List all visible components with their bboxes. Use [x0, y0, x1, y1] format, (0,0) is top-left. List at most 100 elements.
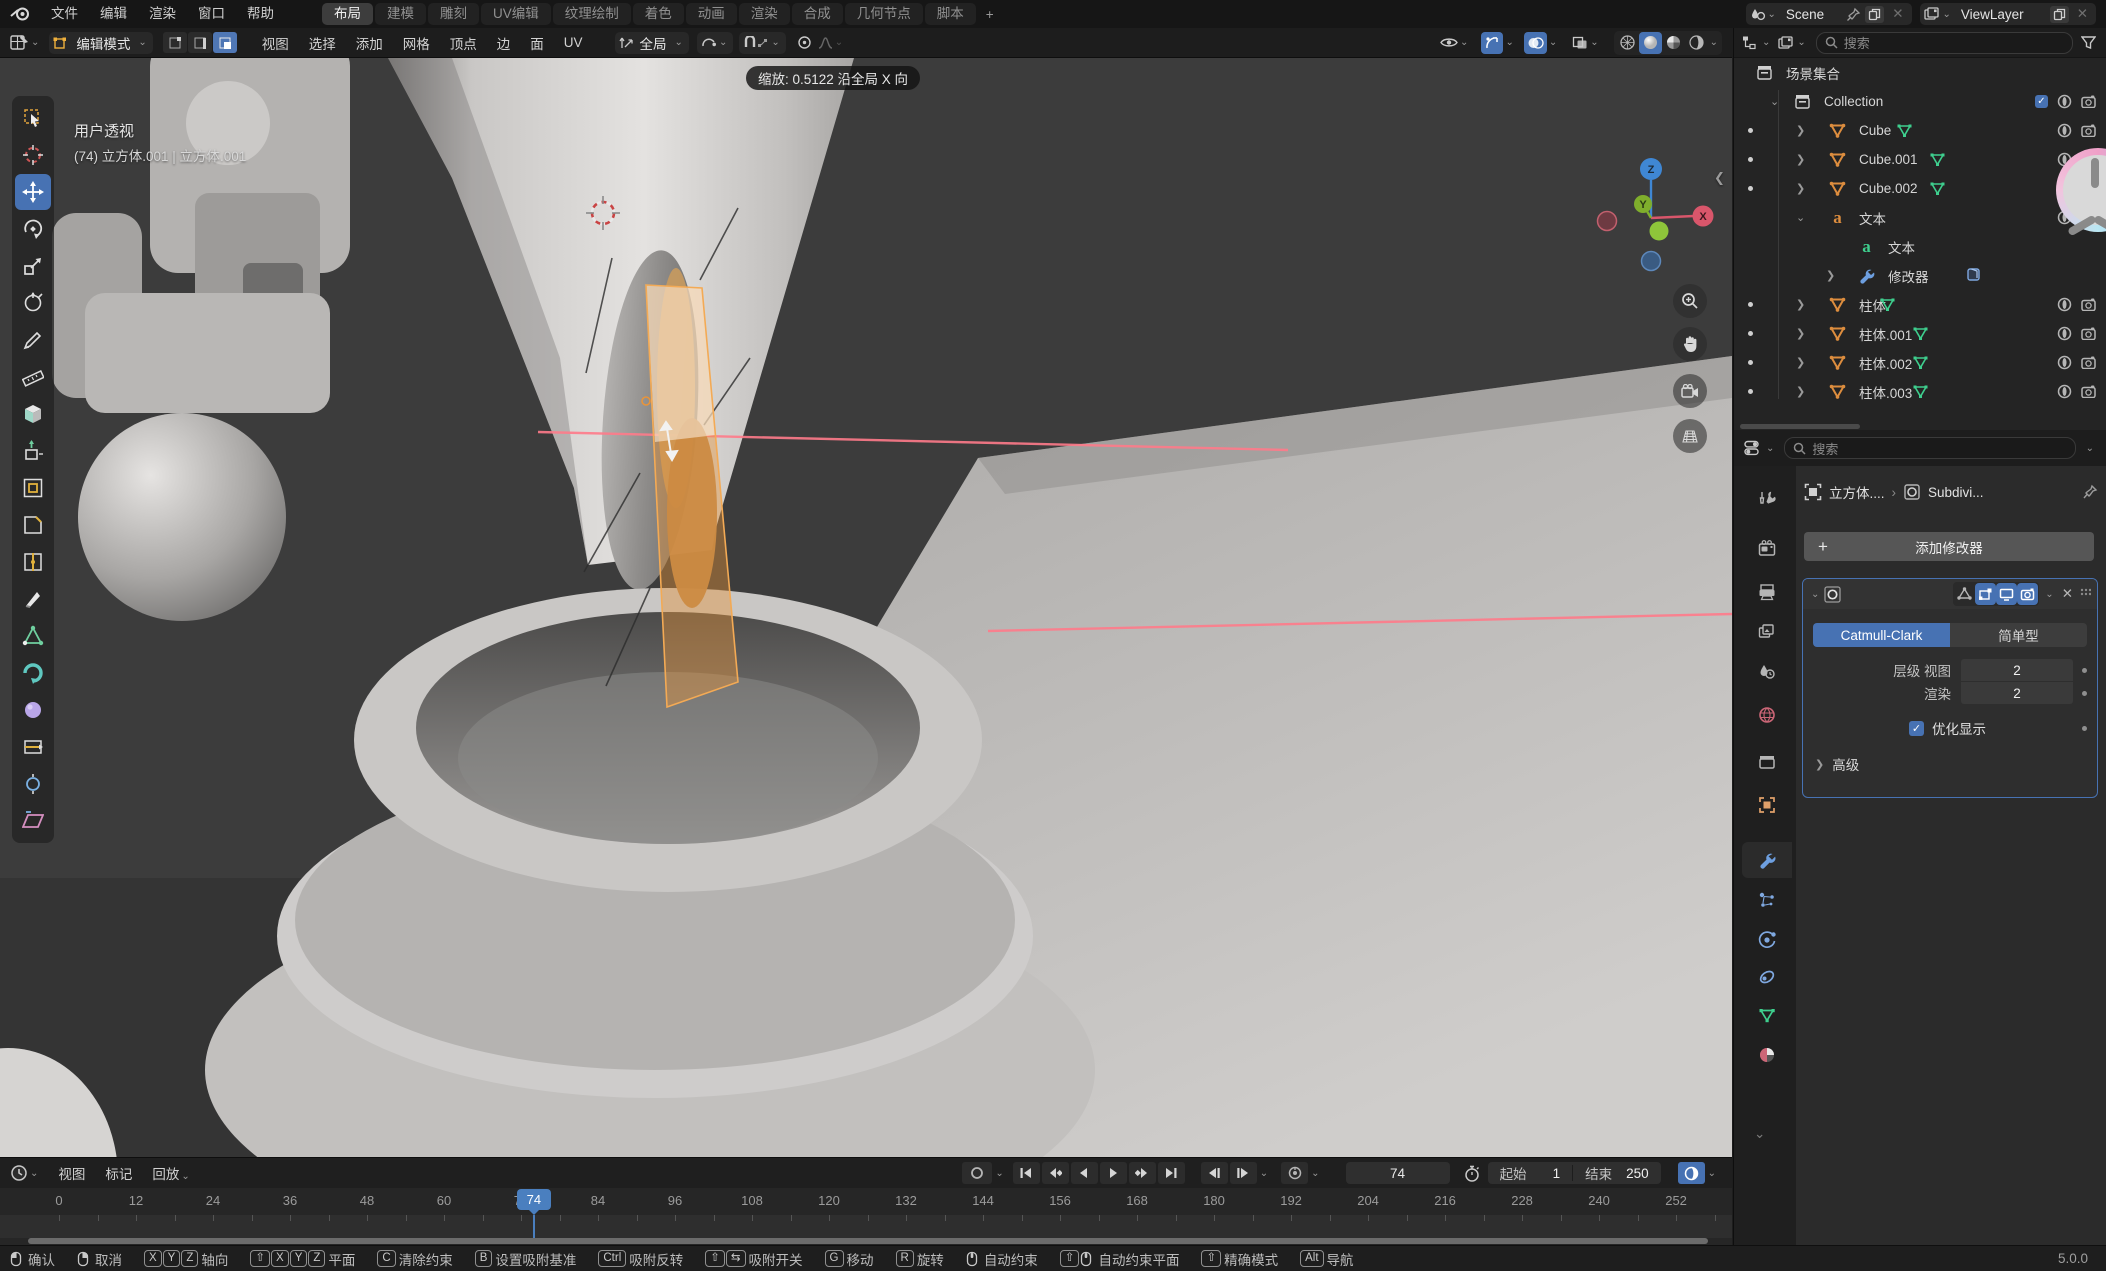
timeline-key-strip[interactable]: [0, 1215, 1732, 1238]
outliner-row-柱体-8[interactable]: ❯柱体: [1734, 290, 2106, 319]
timeline-menu-回放[interactable]: 回放⌄: [142, 1163, 201, 1183]
outliner-row-Collection-1[interactable]: ⌄Collection✓: [1734, 87, 2106, 116]
disable-render-icon[interactable]: [2081, 95, 2096, 108]
timeline-editor-type-button[interactable]: ⌄: [10, 1164, 40, 1182]
tool-inset-button[interactable]: [15, 470, 51, 506]
tool-spin-button[interactable]: [15, 655, 51, 691]
viewport-menu-视图[interactable]: 视图: [252, 33, 299, 53]
animate-dot[interactable]: [2082, 668, 2087, 673]
optimal-display-checkbox[interactable]: ✓: [1909, 721, 1924, 736]
tool-bevel-button[interactable]: [15, 507, 51, 543]
outliner-scrollbar[interactable]: [1740, 424, 1860, 429]
menu-窗口[interactable]: 窗口: [187, 0, 236, 28]
shading-wireframe-button[interactable]: [1616, 32, 1639, 54]
menu-渲染[interactable]: 渲染: [138, 0, 187, 28]
properties-tab-world[interactable]: [1742, 697, 1792, 733]
menu-编辑[interactable]: 编辑: [89, 0, 138, 28]
properties-tab-output[interactable]: [1742, 574, 1792, 610]
tool-loop-cut-button[interactable]: [15, 544, 51, 580]
viewport-menu-选择[interactable]: 选择: [299, 33, 346, 53]
scene-selector[interactable]: ⌄ Scene ✕: [1746, 3, 1912, 25]
gizmos-chevron-icon[interactable]: ⌄: [1503, 37, 1515, 48]
edge-select-button[interactable]: [188, 32, 212, 53]
outliner-row-Cube-2[interactable]: ❯Cube: [1734, 116, 2106, 145]
viewport-menu-边[interactable]: 边: [487, 33, 521, 53]
simple-option[interactable]: 简单型: [1950, 623, 2087, 647]
tool-annotate-button[interactable]: [15, 322, 51, 358]
collection-checkbox[interactable]: ✓: [2035, 95, 2048, 108]
frame-back-button[interactable]: [1201, 1162, 1228, 1184]
outliner-row-柱体.003-11[interactable]: ❯柱体.003: [1734, 377, 2106, 406]
properties-tab-material[interactable]: [1742, 1037, 1792, 1073]
properties-tabs-overflow-chevron[interactable]: ⌄: [1754, 1126, 1765, 1142]
viewport-menu-网格[interactable]: 网格: [393, 33, 440, 53]
disable-render-icon[interactable]: [2081, 327, 2096, 340]
breadcrumb-modifier[interactable]: Subdivi...: [1928, 485, 1984, 500]
timeline-menu-标记[interactable]: 标记: [95, 1163, 142, 1183]
levels-viewport-field[interactable]: 2: [1961, 659, 2073, 681]
workspace-tab-着色[interactable]: 着色: [633, 3, 684, 25]
ortho-toggle-button[interactable]: [1673, 419, 1707, 453]
modifier-render-toggle[interactable]: [2017, 583, 2038, 605]
disable-render-icon[interactable]: [2081, 153, 2096, 166]
disable-render-icon[interactable]: [2081, 182, 2096, 195]
view-sync-button[interactable]: ⌄: [1677, 1162, 1718, 1184]
viewport-menu-UV[interactable]: UV: [554, 35, 593, 50]
viewport-canvas[interactable]: Z Y X 缩放: 0.5122 沿全局 X 向 用户透视 (74) 立方体.0…: [0, 58, 1732, 1157]
outliner-row-文本-5[interactable]: ⌄a文本: [1734, 203, 2106, 232]
tool-transform-button[interactable]: [15, 285, 51, 321]
shading-chevron-icon[interactable]: ⌄: [1708, 37, 1720, 48]
outliner-row-场景集合-0[interactable]: 场景集合: [1734, 58, 2106, 87]
playhead[interactable]: 74: [517, 1189, 551, 1210]
camera-view-button[interactable]: [1673, 374, 1707, 408]
disable-render-icon[interactable]: [2081, 385, 2096, 398]
properties-editor-type-button[interactable]: ⌄: [1744, 440, 1776, 456]
transform-orientation[interactable]: 全局 ⌄: [615, 32, 689, 54]
overlays-chevron-icon[interactable]: ⌄: [1547, 37, 1559, 48]
tool-shear-button[interactable]: [15, 803, 51, 839]
outliner-row-柱体.001-9[interactable]: ❯柱体.001: [1734, 319, 2106, 348]
outliner-row-修改器-7[interactable]: ❯修改器: [1734, 261, 2106, 290]
mode-selector[interactable]: 编辑模式 ⌄: [49, 32, 152, 54]
shading-rendered-button[interactable]: [1685, 32, 1708, 54]
outliner-search-input[interactable]: 搜索: [1816, 32, 2073, 54]
workspace-tab-建模[interactable]: 建模: [375, 3, 426, 25]
editor-type-button[interactable]: ⌄: [10, 34, 41, 51]
modifier-realtime-toggle[interactable]: [1996, 583, 2017, 605]
expander-chevron-right-icon[interactable]: ❯: [1796, 153, 1805, 166]
hide-viewport-icon[interactable]: [2057, 326, 2072, 341]
vertex-select-button[interactable]: [163, 32, 187, 53]
gizmos-toggle[interactable]: [1481, 32, 1503, 54]
workspace-tab-动画[interactable]: 动画: [686, 3, 737, 25]
tool-add-cube-button[interactable]: [15, 396, 51, 432]
hide-viewport-icon[interactable]: [2057, 181, 2072, 196]
advanced-section[interactable]: ❯ 高级: [1815, 754, 2087, 774]
menu-文件[interactable]: 文件: [40, 0, 89, 28]
viewlayer-selector[interactable]: ⌄ ViewLayer ✕: [1920, 3, 2097, 25]
tool-smooth-button[interactable]: [15, 692, 51, 728]
properties-tab-modifiers[interactable]: [1742, 842, 1792, 878]
modifier-close-icon[interactable]: ✕: [2062, 586, 2073, 602]
workspace-tab-渲染[interactable]: 渲染: [739, 3, 790, 25]
model-sphere[interactable]: [78, 413, 286, 621]
disable-render-icon[interactable]: [2081, 211, 2096, 224]
workspace-tab-脚本[interactable]: 脚本: [925, 3, 976, 25]
timeline-scrollbar[interactable]: [28, 1238, 1708, 1244]
expander-chevron-right-icon[interactable]: ❯: [1796, 327, 1805, 340]
viewport-menu-顶点[interactable]: 顶点: [440, 33, 487, 53]
proportional-edit-button[interactable]: [794, 32, 815, 54]
outliner-editor-type-button[interactable]: ⌄: [1742, 35, 1772, 50]
properties-tab-tool[interactable]: [1742, 481, 1792, 517]
shading-solid-button[interactable]: [1639, 32, 1662, 54]
add-workspace-button[interactable]: +: [977, 4, 1003, 25]
play-button[interactable]: [1100, 1162, 1127, 1184]
properties-tab-particles[interactable]: [1742, 882, 1792, 918]
pin-icon[interactable]: [2082, 484, 2098, 500]
hide-viewport-icon[interactable]: [2057, 123, 2072, 138]
modifier-editmode-toggle[interactable]: [1975, 583, 1996, 605]
jump-end-button[interactable]: [1158, 1162, 1185, 1184]
tool-shrink-fatten-button[interactable]: [15, 766, 51, 802]
outliner-display-mode-button[interactable]: ⌄: [1778, 36, 1807, 50]
visibility-dropdown[interactable]: ⌄: [1437, 32, 1473, 54]
pin-icon[interactable]: [1846, 7, 1861, 22]
